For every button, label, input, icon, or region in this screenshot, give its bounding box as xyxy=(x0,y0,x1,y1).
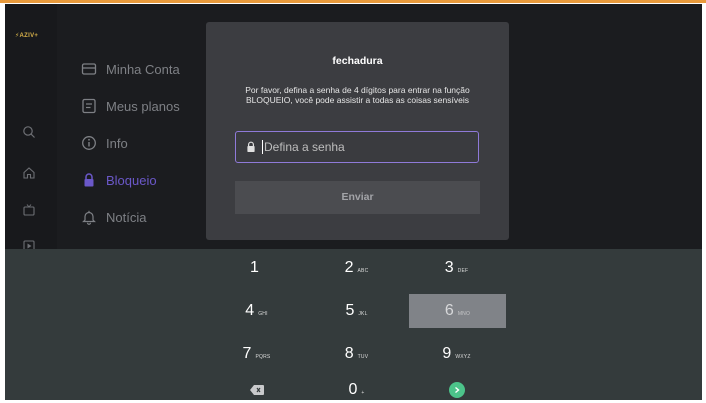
home-icon[interactable] xyxy=(22,166,36,180)
key-8[interactable]: 8 TUV xyxy=(308,337,405,371)
key-9[interactable]: 9 WXYZ xyxy=(408,337,505,371)
key-2[interactable]: 2 ABC xyxy=(308,251,405,285)
password-field[interactable] xyxy=(235,131,479,163)
key-4[interactable]: 4 GHI xyxy=(208,294,305,328)
info-icon xyxy=(81,135,97,151)
tv-icon[interactable] xyxy=(22,203,36,217)
key-6[interactable]: 6 MNO xyxy=(409,294,506,328)
menu-item-meus-planos[interactable]: Meus planos xyxy=(81,98,180,114)
menu-item-label: Notícia xyxy=(106,209,147,225)
menu-item-noticia[interactable]: Notícia xyxy=(81,209,146,225)
key-0[interactable]: 0 + xyxy=(308,373,405,400)
menu-item-label: Minha Conta xyxy=(106,61,180,77)
menu-item-bloqueio[interactable]: Bloqueio xyxy=(81,172,157,188)
menu-item-label: Meus planos xyxy=(106,98,180,114)
menu-item-info[interactable]: Info xyxy=(81,135,128,151)
key-5[interactable]: 5 JKL xyxy=(308,294,405,328)
password-input[interactable] xyxy=(262,140,462,154)
key-7[interactable]: 7 PQRS xyxy=(208,337,305,371)
nav-rail: ⚡AZIV+ xyxy=(5,4,57,252)
account-icon xyxy=(81,61,97,77)
delete-key[interactable] xyxy=(208,373,305,400)
lock-password-dialog: fechadura Por favor, defina a senha de 4… xyxy=(206,22,509,240)
go-icon xyxy=(448,382,465,398)
plans-icon xyxy=(81,98,97,114)
menu-item-label: Info xyxy=(106,135,128,151)
backspace-icon xyxy=(249,385,264,395)
menu-item-label: Bloqueio xyxy=(106,172,157,188)
dialog-message: Por favor, defina a senha de 4 dígitos p… xyxy=(245,85,470,105)
lock-icon xyxy=(245,141,257,153)
submit-button[interactable]: Enviar xyxy=(235,181,480,214)
key-3[interactable]: 3 DEF xyxy=(408,251,505,285)
tv-screen: ⚡AZIV+ Minha Conta Meus planos Info Bloq… xyxy=(5,4,702,400)
dialog-title: fechadura xyxy=(332,55,383,67)
numeric-keyboard: 1 2 ABC 3 DEF 4 GHI 5 JKL 6 MNO 7 PQRS 8 TUV 9W… xyxy=(5,249,702,400)
menu-item-minha-conta[interactable]: Minha Conta xyxy=(81,61,180,77)
lock-icon xyxy=(81,172,97,188)
key-1[interactable]: 1 xyxy=(208,251,305,285)
search-icon[interactable] xyxy=(22,125,36,139)
top-accent-line xyxy=(0,0,706,3)
app-logo: ⚡AZIV+ xyxy=(15,33,39,39)
go-key[interactable] xyxy=(408,373,505,400)
bell-icon xyxy=(81,209,97,225)
